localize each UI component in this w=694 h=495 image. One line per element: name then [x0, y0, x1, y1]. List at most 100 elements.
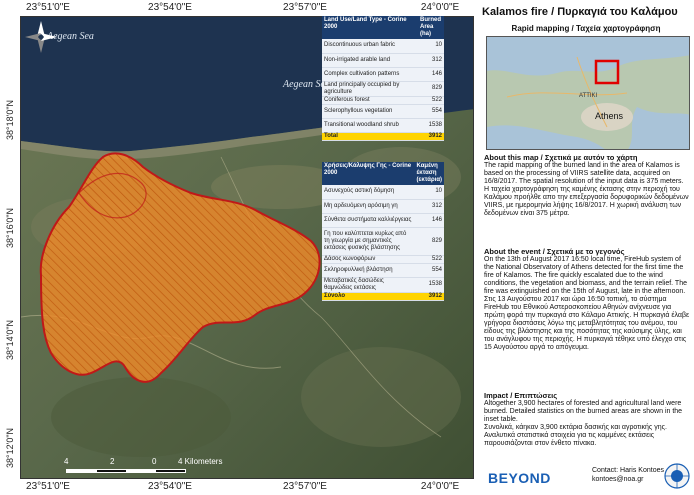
coord-bottom-4: 24°0'0"E [420, 481, 460, 492]
table-cell: 829 [414, 227, 444, 256]
about-event-section: About the event / Σχετικά με το γεγονός … [484, 248, 690, 352]
land-use-table-gr: Χρήσεις/Κάλυψης Γης - Corine 2000 Καμένη… [322, 162, 444, 301]
coord-bottom-3: 23°57'0"E [283, 481, 327, 492]
table-row: Σκληροφυλλική βλάστηση 554 [322, 263, 444, 278]
coord-top-4: 24°0'0"E [420, 2, 460, 13]
table-cell: 312 [414, 199, 444, 214]
table-cell: Σύνολο [322, 292, 415, 301]
table-cell: 10 [418, 39, 444, 54]
table-cell: 829 [418, 81, 444, 97]
table-row: Non-irrigated arable land 312 [322, 53, 444, 68]
north-arrow-icon [25, 21, 57, 53]
table-row: Transitional woodland shrub 1538 [322, 118, 444, 133]
table-cell: Δάσος κωνοφόρων [322, 255, 415, 264]
table-total-row: Σύνολο 3912 [322, 292, 444, 301]
scale-label-km: 4 Kilometers [178, 457, 223, 466]
about-map-section: About this map / Σχετικά με αυτόν το χάρ… [484, 154, 690, 218]
table-cell: 146 [414, 213, 444, 228]
table-cell: 10 [414, 185, 444, 200]
scale-label-4: 4 [64, 457, 69, 466]
table-row: Μεταβατικές δασώδεις θαμνώδεις εκτάσεις 1… [322, 277, 444, 293]
table-cell: Σύνθετα συστήματα καλλιέργειας [322, 213, 415, 228]
table-cell: Μεταβατικές δασώδεις θαμνώδεις εκτάσεις [322, 277, 415, 293]
table-row: Sclerophyllous vegetation 554 [322, 104, 444, 119]
table-row: Δάσος κωνοφόρων 522 [322, 255, 444, 264]
table-cell: 312 [418, 53, 444, 68]
left-latitude-labels: 38°18'0"N 38°16'0"N 38°14'0"N 38°12'0"N [0, 0, 20, 495]
contact-email[interactable]: kontoes@noa.gr [592, 475, 664, 484]
about-event-text-gr: Στις 13 Αυγούστου 2017 και ώρα 16:50 τοπ… [484, 296, 690, 351]
coord-bottom-2: 23°54'0"E [148, 481, 192, 492]
table-cell: Ασυνεχούς αστική δόμηση [322, 185, 415, 200]
table-cell: Γη που καλύπτεται κυρίως από τη γεωργία … [322, 227, 415, 256]
table-cell: 554 [414, 263, 444, 278]
table-cell: Coniferous forest [322, 96, 418, 105]
table-cell: Complex cultivation patterns [322, 67, 418, 82]
table-cell: Σκληροφυλλική βλάστηση [322, 263, 415, 278]
table-gr-header-area: Καμένη έκταση (εκτάρια) [414, 162, 444, 185]
map-title: Kalamos fire / Πυρκαγιά του Καλάμου [482, 6, 678, 18]
impact-text-gr: Συνολικά, κάηκαν 3,900 εκτάρια δασικής κ… [484, 424, 667, 447]
impact-text-en: Altogether 3,900 hectares of forested an… [484, 400, 683, 423]
contact-info: Contact: Haris Kontoes kontoes@noa.gr [592, 466, 664, 484]
bottom-longitude-labels: 23°51'0"E 23°54'0"E 23°57'0"E 24°0'0"E [0, 481, 480, 493]
table-row: Ασυνεχούς αστική δόμηση 10 [322, 185, 444, 200]
table-cell: Sclerophyllous vegetation [322, 104, 418, 119]
coord-top-1: 23°51'0"E [26, 2, 70, 13]
land-use-table-en: Land Use/Land Type - Corine 2000 Burned … [322, 16, 444, 141]
table-cell: 3912 [414, 292, 444, 301]
table-row: Γη που καλύπτεται κυρίως από τη γεωργία … [322, 227, 444, 256]
table-row: Σύνθετα συστήματα καλλιέργειας 146 [322, 213, 444, 228]
table-cell: Discontinuous urban fabric [322, 39, 418, 54]
inset-label-attiki: ATTIKI [579, 93, 598, 99]
table-cell: 554 [418, 104, 444, 119]
noa-emblem-icon [664, 463, 690, 489]
info-panel: Kalamos fire / Πυρκαγιά του Καλάμου Rapi… [478, 0, 694, 495]
table-total-row: Total 3912 [322, 132, 444, 141]
coord-bottom-1: 23°51'0"E [26, 481, 70, 492]
about-map-text-gr: Η ταχεία χαρτογράφηση της καμένης έκταση… [484, 186, 689, 217]
table-cell: Total [322, 132, 418, 141]
coord-top-2: 23°54'0"E [148, 2, 192, 13]
scale-label-0: 0 [152, 457, 157, 466]
footer: BEYOND Contact: Haris Kontoes kontoes@no… [484, 462, 690, 492]
inset-label-athens: Athens [595, 111, 624, 121]
coord-left-4: 38°12'0"N [5, 427, 15, 469]
table-row: Μη αρδευόμενη αρόσιμη γη 312 [322, 199, 444, 214]
about-event-heading: About the event / Σχετικά με το γεγονός [484, 247, 625, 256]
table-en-header-type: Land Use/Land Type - Corine 2000 [322, 16, 418, 39]
top-longitude-labels: 23°51'0"E 23°54'0"E 23°57'0"E 24°0'0"E [0, 2, 480, 14]
about-map-heading: About this map / Σχετικά με αυτόν το χάρ… [484, 153, 638, 162]
impact-heading: Impact / Επιπτώσεις [484, 391, 558, 400]
table-row: Land principally occupied by agriculture… [322, 81, 444, 97]
coord-left-1: 38°18'0"N [5, 99, 15, 141]
coord-top-3: 23°57'0"E [283, 2, 327, 13]
location-inset-map: ATTIKI Athens [486, 36, 690, 150]
beyond-logo: BEYOND [488, 470, 551, 486]
table-cell: 522 [418, 96, 444, 105]
table-cell: Transitional woodland shrub [322, 118, 418, 133]
about-map-text-en: The rapid mapping of the burned land in … [484, 162, 684, 185]
coord-left-2: 38°16'0"N [5, 207, 15, 249]
table-cell: 522 [414, 255, 444, 264]
table-row: Coniferous forest 522 [322, 96, 444, 105]
table-cell: Non-irrigated arable land [322, 53, 418, 68]
table-gr-header-type: Χρήσεις/Κάλυψης Γης - Corine 2000 [322, 162, 415, 185]
table-cell: 3912 [418, 132, 444, 141]
coord-left-3: 38°14'0"N [5, 319, 15, 361]
impact-section: Impact / Επιπτώσεις Altogether 3,900 hec… [484, 392, 690, 448]
scale-label-2: 2 [110, 457, 115, 466]
about-event-text-en: On the 13th of August 2017 16:50 local t… [484, 256, 687, 295]
table-row: Discontinuous urban fabric 10 [322, 39, 444, 54]
table-row: Complex cultivation patterns 146 [322, 67, 444, 82]
map-sheet: 23°51'0"E 23°54'0"E 23°57'0"E 24°0'0"E 2… [0, 0, 694, 495]
table-cell: 1538 [418, 118, 444, 133]
table-cell: Μη αρδευόμενη αρόσιμη γη [322, 199, 415, 214]
scale-bar: 4 2 0 4 Kilometers [64, 457, 246, 478]
table-cell: 146 [418, 67, 444, 82]
contact-name: Contact: Haris Kontoes [592, 467, 664, 474]
table-cell: Land principally occupied by agriculture [322, 81, 418, 97]
table-cell: 1538 [414, 277, 444, 293]
map-subtitle: Rapid mapping / Ταχεία χαρτογράφηση [511, 24, 661, 33]
table-en-header-area: Burned Area (ha) [418, 16, 444, 39]
